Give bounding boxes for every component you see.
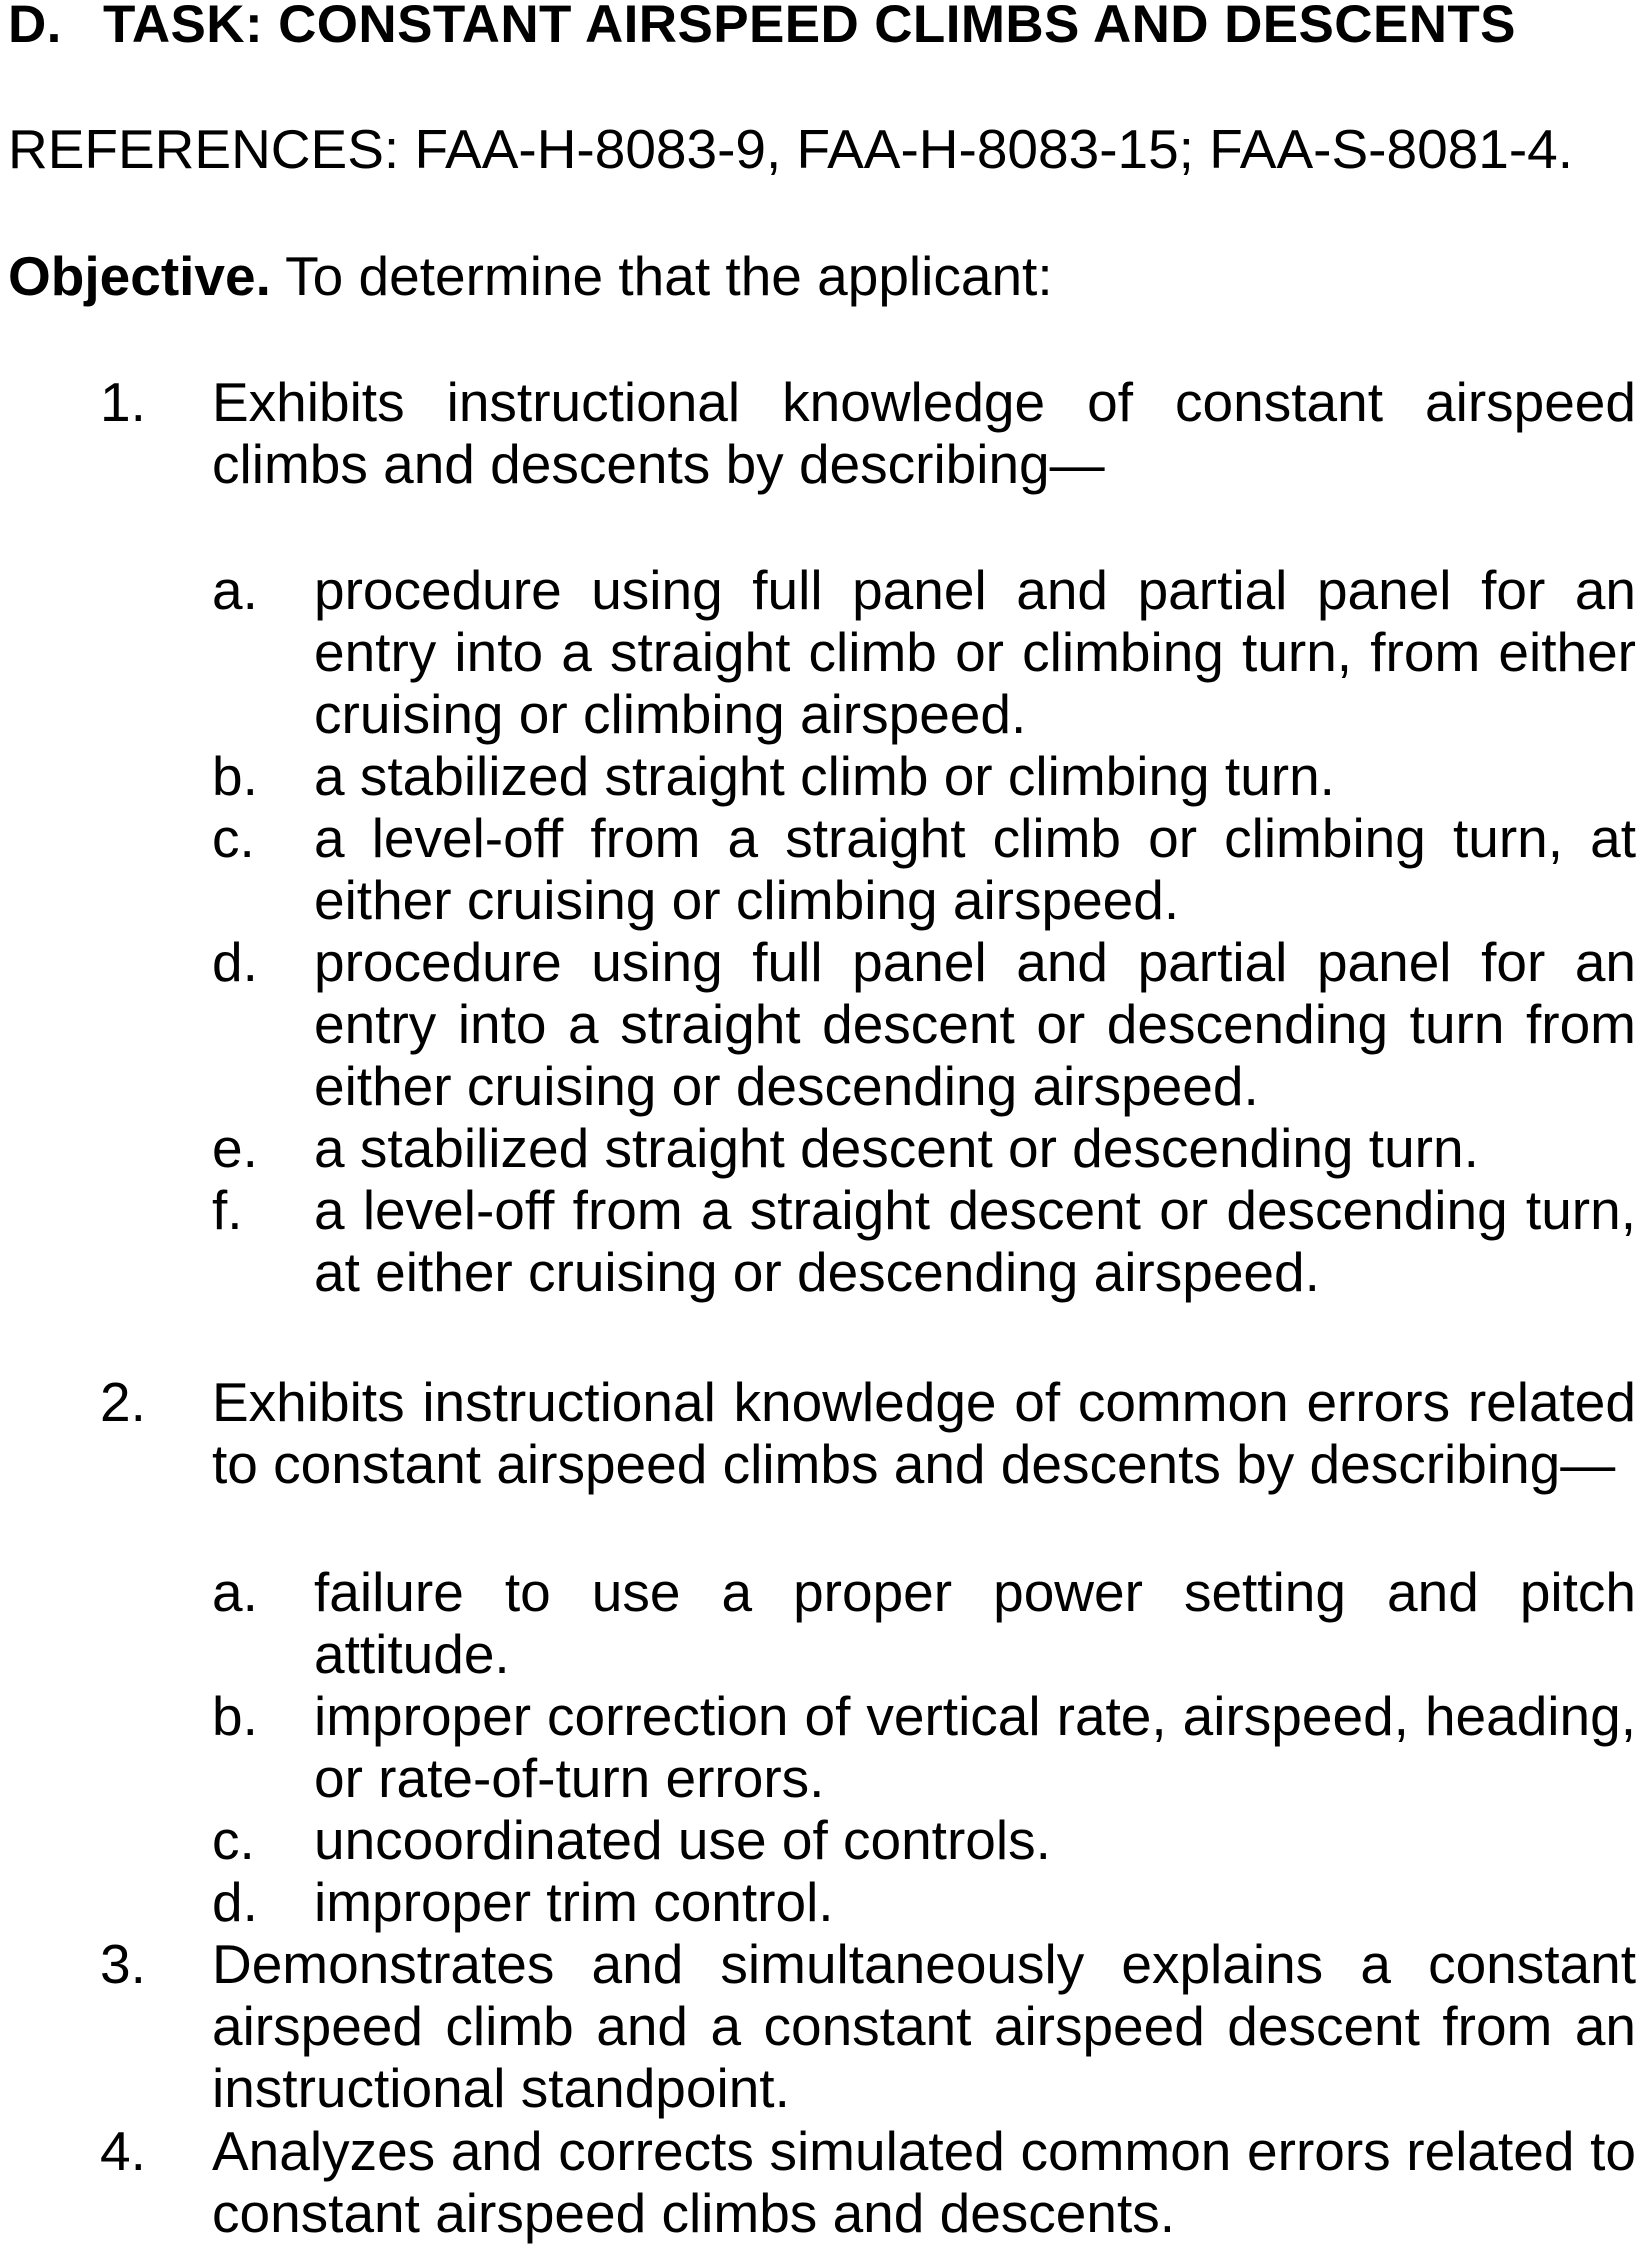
item-number: 4. (100, 2120, 146, 2182)
task-number: D. (8, 0, 62, 54)
sub-text: improper correction of vertical rate, ai… (314, 1685, 1636, 1809)
sub-text: a stabilized straight descent or descend… (314, 1117, 1479, 1179)
task-heading: D. TASK: CONSTANT AIRSPEED CLIMBS AND DES… (8, 0, 1516, 56)
item-1-sublist: a. procedure using full panel and partia… (100, 559, 1636, 1303)
sub-text: improper trim control. (314, 1871, 834, 1933)
sub-text: a level-off from a straight climb or cli… (314, 807, 1636, 931)
item-2-sublist: a. failure to use a proper power setting… (100, 1561, 1636, 1933)
sub-text: uncoordinated use of controls. (314, 1809, 1051, 1871)
sub-text: a level-off from a straight descent or d… (314, 1179, 1636, 1303)
list-item: d. procedure using full panel and partia… (212, 931, 1636, 1117)
objective-text: To determine that the applicant: (270, 245, 1053, 307)
sub-letter: e. (212, 1117, 258, 1179)
objective-item-1: 1. Exhibits instructional knowledge of c… (100, 371, 1636, 495)
sub-text: failure to use a proper power setting an… (314, 1561, 1636, 1685)
sub-text: procedure using full panel and partial p… (314, 559, 1636, 745)
sub-letter: c. (212, 1809, 255, 1871)
list-item: b. improper correction of vertical rate,… (212, 1685, 1636, 1809)
item-text: Exhibits instructional knowledge of comm… (212, 1371, 1636, 1495)
item-number: 1. (100, 371, 146, 433)
objective-label: Objective. (8, 245, 271, 307)
references-line: REFERENCES: FAA-H-8083-9, FAA-H-8083-15;… (8, 118, 1574, 180)
sub-letter: a. (212, 1561, 258, 1623)
item-number: 2. (100, 1371, 146, 1433)
list-item: c. a level-off from a straight climb or … (212, 807, 1636, 931)
list-item: e. a stabilized straight descent or desc… (212, 1117, 1636, 1179)
objective-item-4: 4. Analyzes and corrects simulated commo… (100, 2120, 1636, 2244)
sub-text: procedure using full panel and partial p… (314, 931, 1636, 1117)
list-item: a. failure to use a proper power setting… (212, 1561, 1636, 1685)
document-page: D. TASK: CONSTANT AIRSPEED CLIMBS AND DES… (0, 0, 1644, 2248)
list-item: d. improper trim control. (212, 1871, 1636, 1933)
sub-letter: d. (212, 931, 258, 993)
sub-letter: f. (212, 1179, 243, 1241)
sub-letter: b. (212, 745, 258, 807)
objective-item-2: 2. Exhibits instructional knowledge of c… (100, 1371, 1636, 1495)
sub-letter: b. (212, 1685, 258, 1747)
item-number: 3. (100, 1933, 146, 1995)
item-text: Exhibits instructional knowledge of cons… (212, 371, 1636, 495)
objective-item-3: 3. Demonstrates and simultaneously expla… (100, 1933, 1636, 2119)
list-item: a. procedure using full panel and partia… (212, 559, 1636, 745)
list-item: c. uncoordinated use of controls. (212, 1809, 1636, 1871)
sub-letter: d. (212, 1871, 258, 1933)
list-item: f. a level-off from a straight descent o… (212, 1179, 1636, 1303)
item-text: Demonstrates and simultaneously explains… (212, 1933, 1636, 2119)
item-text: Analyzes and corrects simulated common e… (212, 2120, 1636, 2244)
sub-text: a stabilized straight climb or climbing … (314, 745, 1335, 807)
objective-line: Objective. To determine that the applica… (8, 245, 1053, 307)
sub-letter: c. (212, 807, 255, 869)
task-title: TASK: CONSTANT AIRSPEED CLIMBS AND DESCE… (103, 0, 1516, 54)
sub-letter: a. (212, 559, 258, 621)
list-item: b. a stabilized straight climb or climbi… (212, 745, 1636, 807)
